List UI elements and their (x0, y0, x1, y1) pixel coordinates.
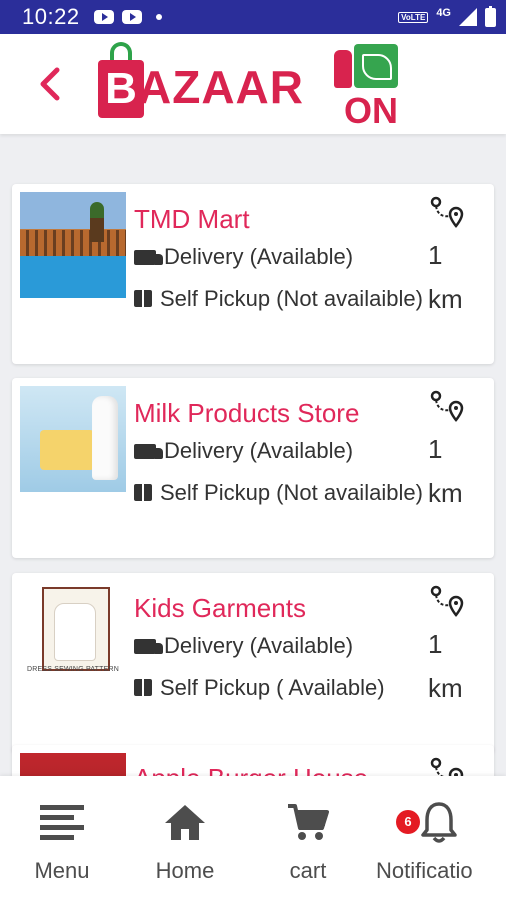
store-name: Milk Products Store (134, 398, 360, 428)
logo-text: AZAAR (138, 61, 304, 113)
truck-icon (134, 250, 163, 265)
status-time: 10:22 (22, 4, 80, 29)
distance-value: 1 (428, 629, 443, 659)
pickup-status: Self Pickup (Not availaible) (134, 474, 430, 512)
nav-home[interactable]: Home (120, 800, 250, 884)
distance-unit: km (428, 284, 463, 314)
pickup-text: Self Pickup (Not availaible) (160, 480, 423, 505)
store-thumbnail (20, 386, 126, 492)
notification-icons (93, 10, 162, 24)
cart-icon (243, 800, 373, 844)
youtube-icon (121, 10, 142, 24)
route-map-icon[interactable] (430, 585, 464, 619)
bell-icon: 6 (366, 800, 496, 844)
route-map-icon[interactable] (430, 390, 464, 424)
status-bar: 10:22 VoLTE 4G (0, 0, 506, 34)
bottom-navigation: Menu Home cart 6 Notificatio (0, 776, 506, 900)
delivery-text: Delivery (Available) (164, 633, 354, 658)
distance-value: 1 (428, 434, 443, 464)
nav-cart[interactable]: cart (243, 800, 373, 884)
pickup-status: Self Pickup (Not availaible) (134, 280, 430, 318)
store-thumbnail (20, 192, 126, 298)
store-name: TMD Mart (134, 204, 250, 234)
delivery-status: Delivery (Available) (134, 627, 414, 665)
chevron-left-icon (40, 67, 60, 101)
status-right-icons: VoLTE 4G (398, 5, 496, 27)
distance-unit: km (428, 673, 463, 703)
nav-menu-label: Menu (34, 858, 90, 883)
store-card[interactable]: TMD Mart Delivery (Available) Self Picku… (12, 184, 494, 364)
delivery-text: Delivery (Available) (164, 438, 354, 463)
truck-icon (134, 639, 163, 654)
gift-icon (134, 290, 152, 307)
nav-notifications-label: Notificatio (376, 858, 473, 883)
network-type-label: 4G (436, 7, 451, 19)
youtube-icon (93, 10, 114, 24)
gift-icon (134, 484, 152, 501)
delivery-status: Delivery (Available) (134, 238, 414, 276)
signal-icon (459, 8, 477, 26)
route-map-icon[interactable] (430, 196, 464, 230)
store-card[interactable]: Milk Products Store Delivery (Available)… (12, 378, 494, 558)
delivery-text: Delivery (Available) (164, 244, 354, 269)
gift-icon (134, 679, 152, 696)
bazaaron-logo: B AZAAR ON (98, 38, 408, 131)
logo-text-on: ON (344, 90, 398, 131)
pickup-text: Self Pickup ( Available) (160, 675, 385, 700)
logo-bottle-icon (334, 50, 352, 88)
home-icon (120, 800, 250, 844)
volte-icon: VoLTE (398, 11, 429, 23)
battery-icon (485, 5, 496, 27)
menu-icon (0, 800, 127, 844)
nav-cart-label: cart (289, 858, 327, 883)
nav-menu[interactable]: Menu (0, 800, 127, 884)
more-notifications-dot-icon (155, 14, 162, 20)
store-name: Kids Garments (134, 593, 306, 623)
pickup-text: Self Pickup (Not availaible) (160, 286, 423, 311)
truck-icon (134, 444, 163, 459)
pickup-status: Self Pickup ( Available) (134, 669, 434, 707)
notification-badge: 6 (396, 810, 420, 834)
logo-grocery-bag-icon (354, 44, 398, 88)
back-button[interactable] (30, 64, 70, 104)
store-card[interactable]: DRESS SEWING PATTERN Kids Garments Deliv… (12, 573, 494, 753)
distance-value: 1 (428, 240, 443, 270)
distance-unit: km (428, 478, 463, 508)
nav-home-label: Home (155, 858, 215, 883)
thumbnail-caption: DRESS SEWING PATTERN (26, 666, 120, 673)
store-thumbnail: DRESS SEWING PATTERN (20, 581, 126, 687)
delivery-status: Delivery (Available) (134, 432, 414, 470)
app-header: B AZAAR ON (0, 34, 506, 134)
nav-notifications[interactable]: 6 Notificatio (366, 800, 496, 884)
